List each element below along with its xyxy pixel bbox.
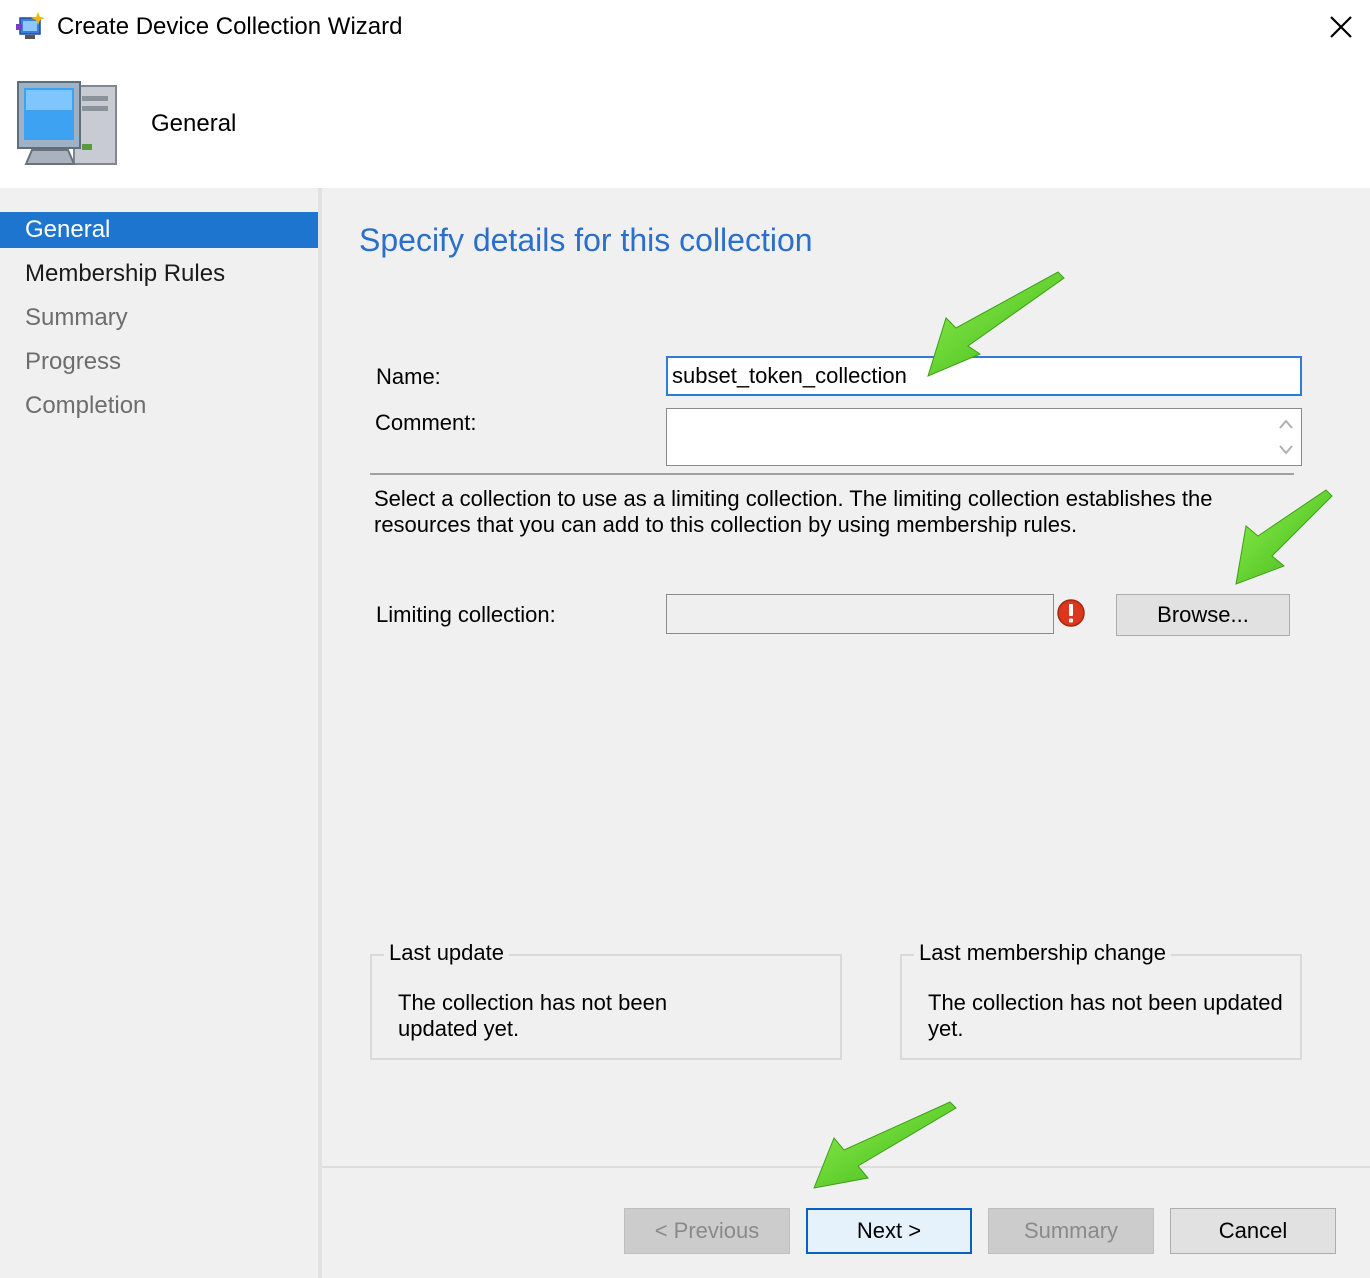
error-icon (1057, 599, 1085, 627)
last-update-text: The collection has not been updated yet. (398, 990, 668, 1041)
step-completion: Completion (25, 392, 147, 419)
limiting-collection-field (666, 594, 1054, 634)
comment-textarea[interactable] (666, 408, 1302, 466)
name-label: Name: (376, 364, 441, 389)
section-divider (370, 473, 1294, 475)
cancel-button[interactable]: Cancel (1170, 1208, 1336, 1254)
last-membership-change-legend: Last membership change (914, 940, 1172, 966)
title-bar: Create Device Collection Wizard (0, 0, 1370, 56)
wizard-icon (16, 12, 45, 39)
limiting-description: Select a collection to use as a limiting… (374, 486, 1213, 537)
step-progress: Progress (25, 348, 122, 375)
step-summary: Summary (25, 304, 128, 331)
last-update-legend: Last update (384, 940, 509, 966)
scroll-up-button[interactable] (1275, 413, 1297, 435)
name-input[interactable] (666, 356, 1302, 396)
step-general[interactable]: General (0, 212, 318, 248)
step-membership-rules[interactable]: Membership Rules (0, 256, 318, 292)
footer-divider (322, 1166, 1370, 1168)
wizard-steps-sidebar: General Membership Rules Summary Progres… (0, 188, 318, 1278)
header-title: General (151, 110, 237, 137)
close-button[interactable] (1318, 6, 1364, 48)
previous-button[interactable]: < Previous (624, 1208, 790, 1254)
wizard-header: General (0, 56, 1370, 188)
chevron-up-icon (1279, 419, 1293, 429)
page-title: Specify details for this collection (359, 222, 813, 258)
next-button[interactable]: Next > (806, 1208, 972, 1254)
scroll-down-button[interactable] (1275, 439, 1297, 461)
wizard-content: Specify details for this collection Name… (322, 188, 1370, 1278)
summary-button[interactable]: Summary (988, 1208, 1154, 1254)
last-membership-change-text: The collection has not been updated yet. (928, 990, 1283, 1041)
computer-icon (17, 81, 117, 165)
last-update-group: Last update The collection has not been … (370, 940, 842, 1060)
limiting-collection-label: Limiting collection: (376, 602, 556, 627)
last-membership-change-group: Last membership change The collection ha… (900, 940, 1302, 1060)
close-icon (1330, 16, 1352, 38)
browse-button[interactable]: Browse... (1116, 594, 1290, 636)
chevron-down-icon (1279, 445, 1293, 455)
comment-label: Comment: (375, 410, 477, 435)
window-title: Create Device Collection Wizard (57, 13, 403, 40)
